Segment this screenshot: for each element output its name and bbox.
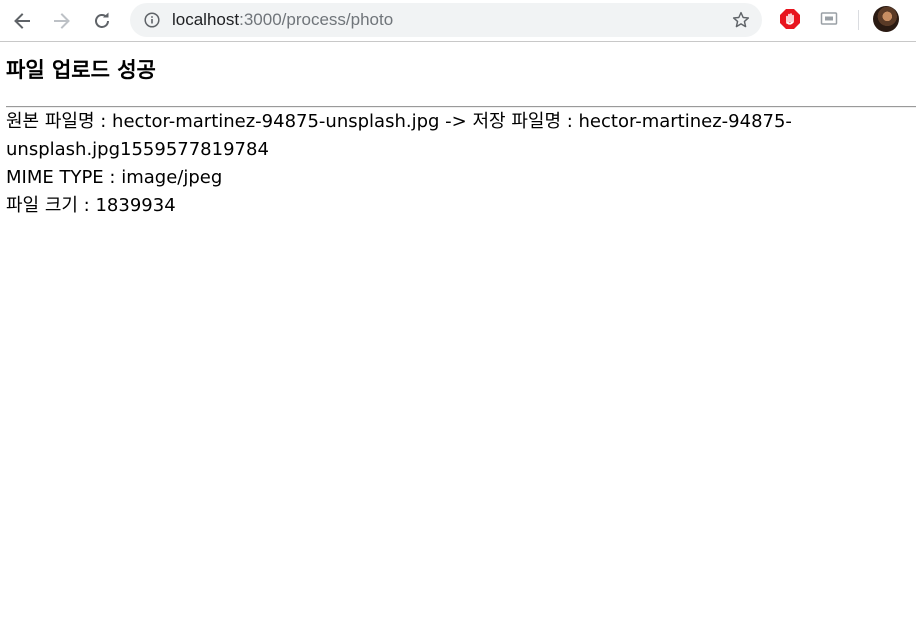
saved-filename-label: 저장 파일명 :: [472, 111, 579, 132]
forward-button[interactable]: [48, 7, 76, 35]
mime-type-value: image/jpeg: [121, 167, 223, 188]
address-bar[interactable]: localhost:3000/process/photo: [130, 3, 762, 37]
cast-icon[interactable]: [820, 11, 838, 27]
browser-toolbar: localhost:3000/process/photo: [0, 0, 916, 42]
page-title: 파일 업로드 성공: [6, 58, 156, 82]
file-size-line: 파일 크기 : 1839934: [6, 192, 910, 220]
toolbar-separator: [858, 10, 859, 30]
info-icon[interactable]: [144, 12, 160, 28]
reload-button[interactable]: [88, 7, 116, 35]
arrow-text: ->: [439, 111, 473, 132]
url-text[interactable]: localhost:3000/process/photo: [172, 11, 393, 29]
original-filename-value: hector-martinez-94875-unsplash.jpg: [112, 111, 440, 132]
original-filename-label: 원본 파일명 :: [6, 111, 113, 132]
avatar[interactable]: [873, 6, 899, 32]
file-size-value: 1839934: [95, 195, 176, 216]
back-button[interactable]: [8, 7, 36, 35]
stop-sign-icon[interactable]: [779, 8, 801, 30]
reload-icon: [95, 12, 109, 28]
mime-type-line: MIME TYPE : image/jpeg: [6, 164, 910, 192]
filename-line: 원본 파일명 : hector-martinez-94875-unsplash.…: [6, 108, 866, 164]
url-host: localhost: [172, 10, 240, 29]
mime-type-label: MIME TYPE :: [6, 167, 122, 188]
back-arrow-icon: [14, 13, 30, 29]
star-icon[interactable]: [732, 11, 750, 29]
forward-arrow-icon: [54, 13, 70, 29]
page-content: 파일 업로드 성공 원본 파일명 : hector-martinez-94875…: [0, 56, 916, 220]
file-size-label: 파일 크기 :: [6, 195, 96, 216]
url-path: :3000/process/photo: [239, 10, 394, 29]
